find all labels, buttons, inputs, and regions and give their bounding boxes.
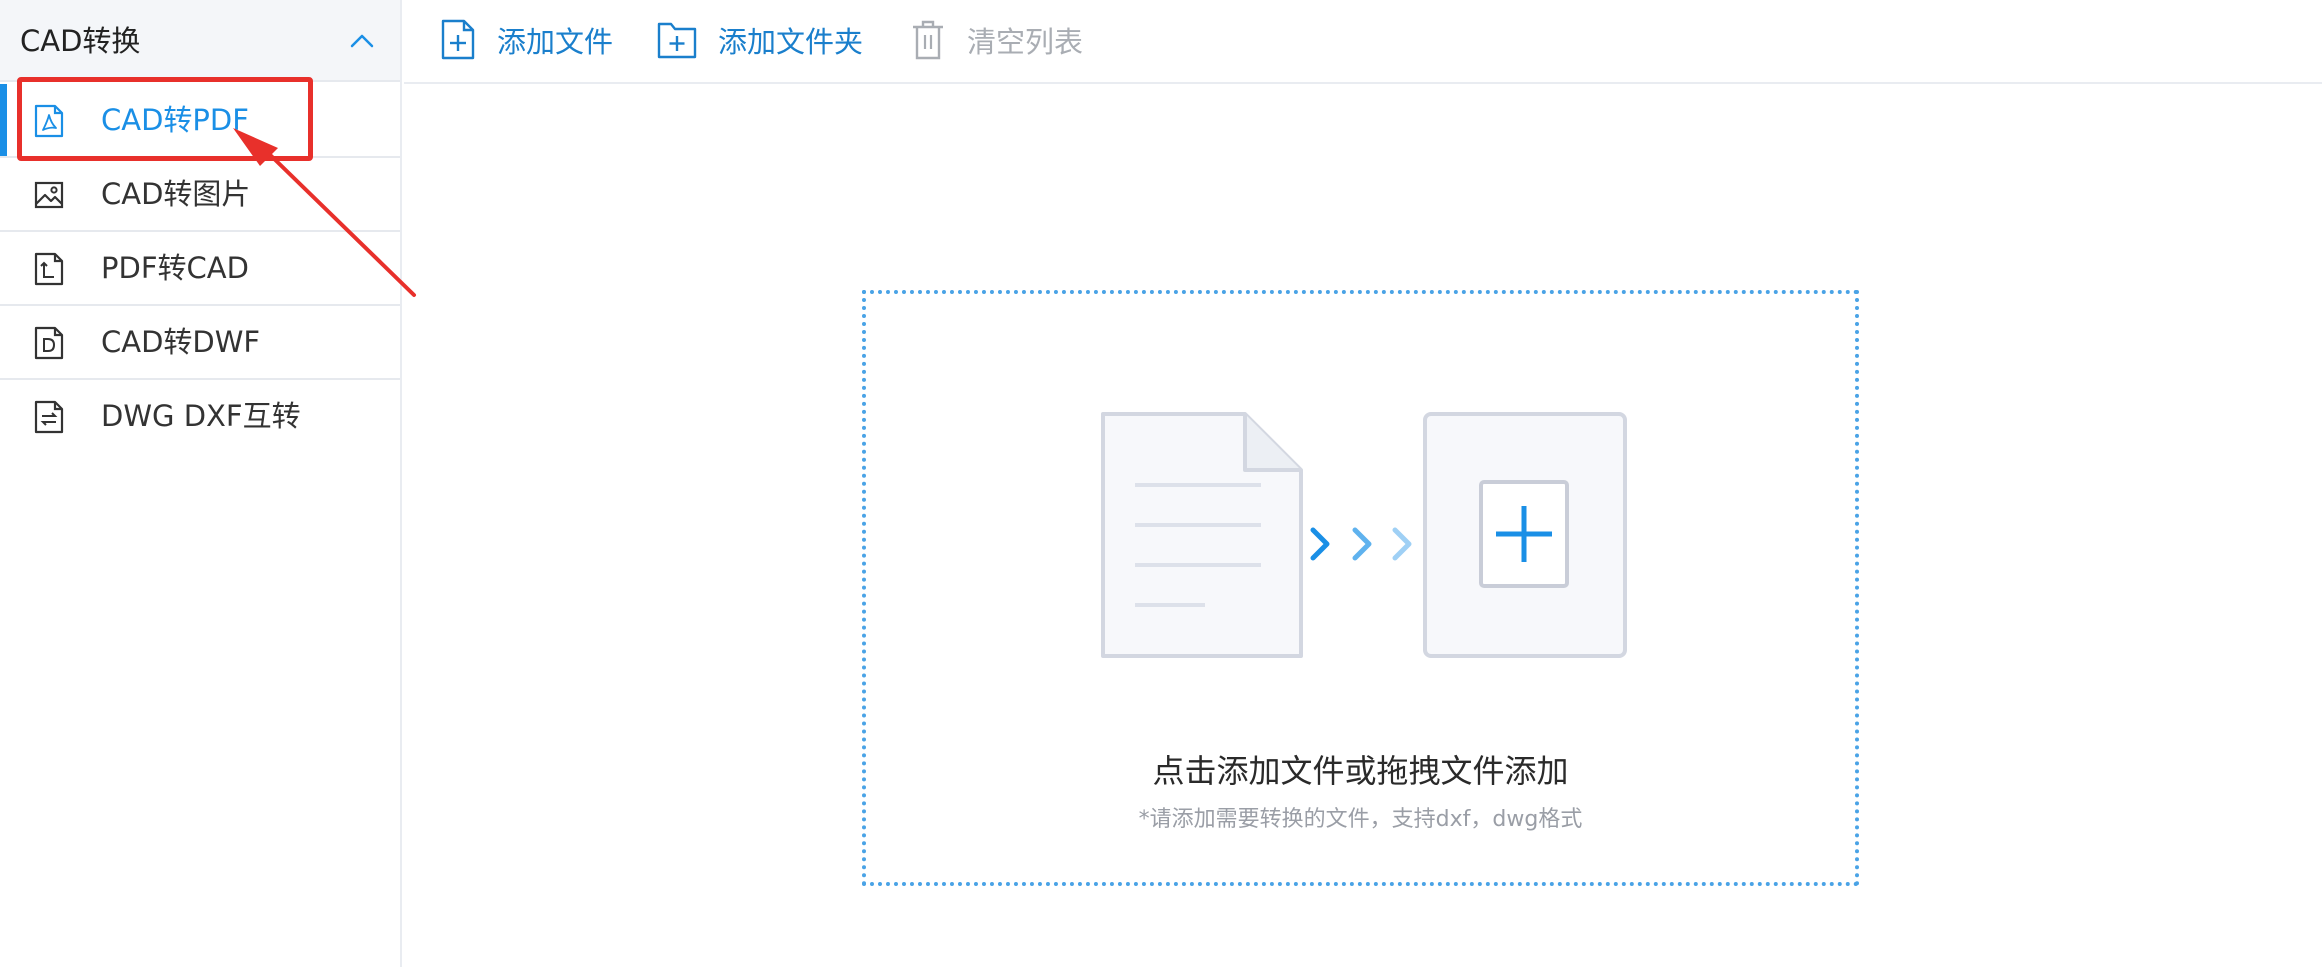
sidebar-header[interactable]: CAD转换	[0, 0, 400, 82]
chevron-up-icon[interactable]	[349, 33, 375, 49]
add-folder-icon	[657, 22, 697, 59]
drop-zone-hint: *请添加需要转换的文件，支持dxf，dwg格式	[1138, 807, 1583, 832]
sidebar-item-label: PDF转CAD	[101, 251, 249, 285]
sidebar-item-pdf-to-cad[interactable]: PDF转CAD	[0, 232, 400, 306]
clear-list-button[interactable]: 清空列表	[908, 18, 1098, 66]
add-file-button[interactable]: 添加文件	[438, 18, 628, 66]
dwf-file-icon	[34, 326, 64, 360]
pdf-to-cad-file-icon	[34, 252, 64, 286]
sidebar-item-label: CAD转DWF	[101, 325, 261, 359]
toolbar: 添加文件 添加文件夹 清空列表	[404, 0, 2322, 84]
add-folder-button[interactable]: 添加文件夹	[656, 18, 896, 66]
trash-icon	[913, 20, 943, 60]
add-file-icon	[441, 19, 475, 60]
sidebar-item-label: CAD转图片	[101, 177, 251, 211]
swap-file-icon	[34, 400, 64, 434]
sidebar-item-cad-to-dwf[interactable]: CAD转DWF	[0, 306, 400, 380]
add-folder-label: 添加文件夹	[718, 25, 864, 59]
sidebar-item-label: DWG DXF互转	[101, 399, 301, 433]
sidebar-item-cad-to-image[interactable]: CAD转图片	[0, 158, 400, 232]
clear-list-label: 清空列表	[967, 25, 1084, 59]
sidebar: CAD转换 CAD转PDF CAD转图片 PDF转CAD CAD转DWF DWG…	[0, 0, 402, 967]
sidebar-item-label: CAD转PDF	[101, 103, 249, 137]
add-file-label: 添加文件	[497, 25, 614, 59]
image-icon	[34, 181, 64, 209]
add-file-illustration	[1101, 412, 1627, 658]
sidebar-title: CAD转换	[20, 24, 141, 58]
sidebar-item-dwg-dxf-swap[interactable]: DWG DXF互转	[0, 380, 400, 454]
drop-zone-title: 点击添加文件或拖拽文件添加	[1152, 752, 1569, 790]
sidebar-item-cad-to-pdf[interactable]: CAD转PDF	[0, 84, 400, 158]
pdf-file-icon	[34, 104, 64, 138]
active-indicator	[0, 84, 7, 156]
